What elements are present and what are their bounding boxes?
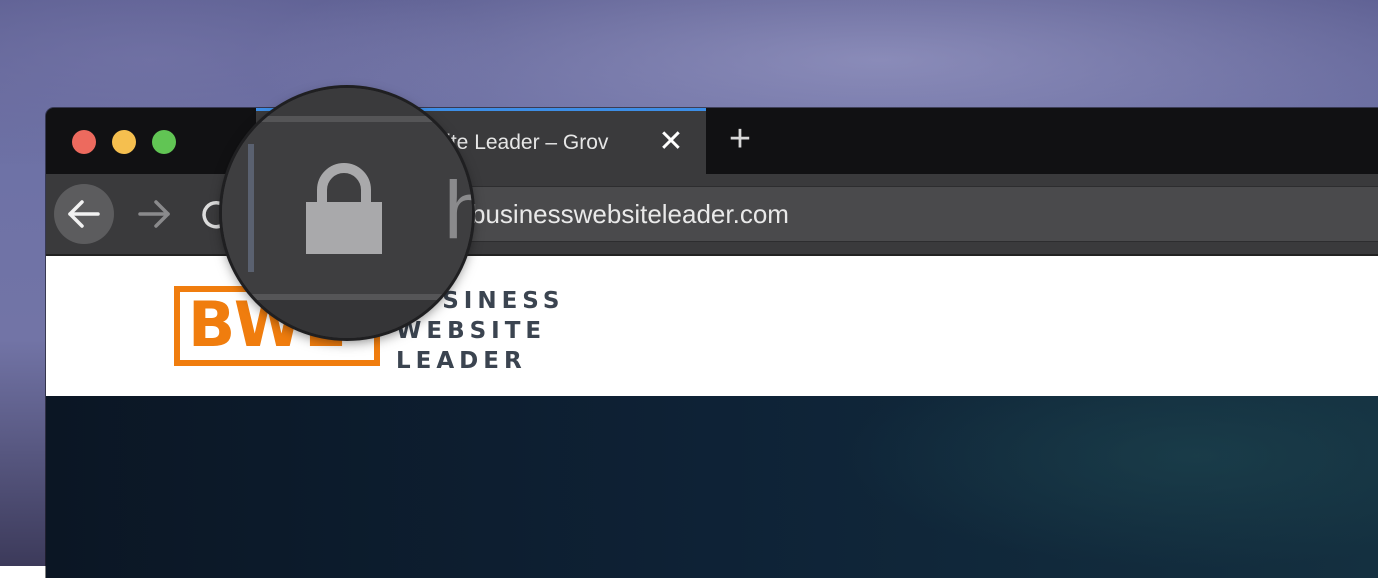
zoom-window-button[interactable]: [152, 130, 176, 154]
close-window-button[interactable]: [72, 130, 96, 154]
arrow-left-icon: [68, 200, 100, 228]
logo-line-3: LEADER: [396, 348, 527, 374]
tab-close-icon[interactable]: ✕: [656, 125, 686, 159]
arrow-right-icon: [138, 200, 170, 228]
lock-icon: [306, 163, 382, 254]
magnifier-overlay: h: [222, 88, 472, 338]
forward-button[interactable]: [124, 184, 184, 244]
back-button[interactable]: [54, 184, 114, 244]
url-text: businesswebsiteleader.com: [471, 199, 789, 229]
magnified-url-start: h: [444, 165, 472, 256]
new-tab-button[interactable]: +: [722, 120, 758, 158]
magnified-tab-strip: [222, 88, 472, 116]
magnified-toolbar-edge: [222, 300, 472, 338]
magnified-field-edge: [248, 144, 254, 272]
hero-banner: [46, 396, 1378, 578]
minimize-window-button[interactable]: [112, 130, 136, 154]
